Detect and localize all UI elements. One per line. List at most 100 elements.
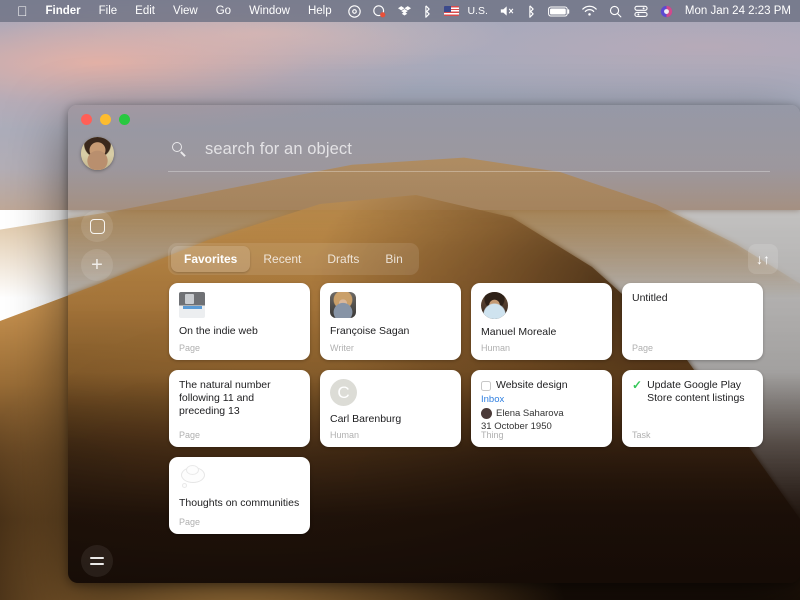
- avatar-image: [81, 137, 114, 170]
- person-avatar: [481, 408, 492, 419]
- card-title: On the indie web: [179, 325, 258, 337]
- menu-item-finder[interactable]: Finder: [37, 0, 90, 22]
- card-subtitle: Page: [179, 517, 201, 527]
- card-on-the-indie-web[interactable]: On the indie web Page: [169, 283, 310, 360]
- card-subtitle: Human: [481, 343, 511, 353]
- card-body: The natural number following 11 and prec…: [179, 379, 300, 427]
- card-carl-barenburg[interactable]: C Carl Barenburg Human: [320, 370, 461, 447]
- input-language-label[interactable]: U.S.: [465, 0, 493, 22]
- card-thoughts-on-communities[interactable]: Thoughts on communities Page: [169, 457, 310, 534]
- siri-icon[interactable]: [654, 0, 679, 22]
- card-subtitle: Task: [632, 430, 651, 440]
- card-subtitle: Human: [330, 430, 360, 440]
- task-header: Website design: [481, 379, 602, 392]
- spotlight-search-icon[interactable]: [603, 0, 628, 22]
- card-title: Website design: [496, 379, 568, 391]
- card-website-design[interactable]: Website design Inbox Elena Saharova 31 O…: [471, 370, 612, 447]
- menu-item-go[interactable]: Go: [207, 0, 240, 22]
- card-body: C Carl Barenburg: [330, 379, 451, 426]
- card-title: Untitled: [632, 292, 668, 304]
- card-body: Thoughts on communities: [179, 465, 300, 513]
- tabs-row: Favorites Recent Drafts Bin ↓↑: [168, 243, 778, 275]
- window-content: + search for an object Favorites Recent …: [68, 105, 800, 583]
- card-person: Elena Saharova: [481, 408, 602, 419]
- card-body: Françoise Sagan: [330, 292, 451, 339]
- portrait-thumbnail: [330, 292, 356, 318]
- card-subtitle: Writer: [330, 343, 354, 353]
- search-input[interactable]: search for an object: [205, 140, 352, 159]
- rounded-square-icon: [89, 218, 105, 234]
- card-natural-number[interactable]: The natural number following 11 and prec…: [169, 370, 310, 447]
- menu-item-help[interactable]: Help: [299, 0, 341, 22]
- menu-bar-status-area: U.S. Mon Jan 24 2:23 PM: [342, 0, 800, 22]
- menu-item-window[interactable]: Window: [240, 0, 299, 22]
- volume-mute-icon[interactable]: [494, 0, 521, 22]
- card-subtitle: Page: [179, 430, 201, 440]
- add-button[interactable]: +: [81, 249, 113, 281]
- tab-recent[interactable]: Recent: [250, 246, 314, 272]
- desktop:  Finder File Edit View Go Window Help U…: [0, 0, 800, 600]
- plus-icon: +: [91, 254, 103, 276]
- card-body: Website design Inbox Elena Saharova 31 O…: [481, 379, 602, 432]
- menu-item-edit[interactable]: Edit: [126, 0, 164, 22]
- menu-item-file[interactable]: File: [90, 0, 127, 22]
- hamburger-icon: [90, 557, 104, 565]
- bluetooth-icon[interactable]: [521, 0, 542, 22]
- search-area: search for an object: [168, 140, 770, 172]
- card-body: Untitled: [632, 292, 753, 340]
- cd-burner-icon[interactable]: [342, 0, 367, 22]
- battery-icon[interactable]: [542, 0, 576, 22]
- object-grid: On the indie web Page Françoise Sagan Wr…: [169, 283, 774, 534]
- wifi-icon[interactable]: [576, 0, 603, 22]
- person-name: Elena Saharova: [496, 408, 564, 419]
- card-subtitle: Page: [632, 343, 654, 353]
- record-icon[interactable]: [367, 0, 392, 22]
- tab-favorites[interactable]: Favorites: [171, 246, 251, 272]
- sort-button[interactable]: ↓↑: [748, 244, 778, 274]
- card-francoise-sagan[interactable]: Françoise Sagan Writer: [320, 283, 461, 360]
- card-title: Thoughts on communities: [179, 497, 300, 509]
- menu-bar:  Finder File Edit View Go Window Help U…: [0, 0, 800, 22]
- tab-drafts[interactable]: Drafts: [314, 246, 372, 272]
- sort-arrows-icon: ↓↑: [756, 251, 770, 267]
- task-header: ✓ Update Google Play Store content listi…: [632, 379, 753, 405]
- tab-bin[interactable]: Bin: [372, 246, 415, 272]
- card-manuel-moreale[interactable]: Manuel Moreale Human: [471, 283, 612, 360]
- card-body: On the indie web: [179, 292, 300, 339]
- bluetooth-alt-icon[interactable]: [417, 0, 438, 22]
- card-update-google-play[interactable]: ✓ Update Google Play Store content listi…: [622, 370, 763, 447]
- card-body: ✓ Update Google Play Store content listi…: [632, 379, 753, 427]
- card-link-inbox[interactable]: Inbox: [481, 394, 602, 405]
- floppy-disk-icon: [179, 292, 205, 318]
- letter-avatar: C: [330, 379, 357, 406]
- card-subtitle: Page: [179, 343, 201, 353]
- objects-button[interactable]: [81, 210, 113, 242]
- menu-bar-clock[interactable]: Mon Jan 24 2:23 PM: [679, 5, 791, 17]
- menu-item-view[interactable]: View: [164, 0, 207, 22]
- card-title: Carl Barenburg: [330, 413, 402, 425]
- dropbox-icon[interactable]: [392, 0, 417, 22]
- avatar[interactable]: [81, 137, 114, 170]
- portrait-avatar: [481, 292, 508, 319]
- card-title: Update Google Play Store content listing…: [647, 379, 745, 404]
- checkmark-green-icon[interactable]: ✓: [632, 379, 642, 391]
- card-subtitle: Thing: [481, 430, 504, 440]
- card-title: Manuel Moreale: [481, 326, 557, 338]
- tab-bar: Favorites Recent Drafts Bin: [168, 243, 419, 275]
- input-language-flag-icon[interactable]: [438, 0, 465, 22]
- app-window: + search for an object Favorites Recent …: [68, 105, 800, 583]
- thought-bubble-icon: [179, 465, 207, 490]
- card-untitled[interactable]: Untitled Page: [622, 283, 763, 360]
- apple-menu-icon[interactable]: : [8, 3, 37, 19]
- menu-bar-left:  Finder File Edit View Go Window Help: [0, 0, 341, 22]
- card-title: The natural number following 11 and prec…: [179, 379, 271, 417]
- control-center-icon[interactable]: [628, 0, 654, 22]
- card-title: Françoise Sagan: [330, 325, 410, 337]
- search-underline: [168, 171, 770, 172]
- menu-button[interactable]: [81, 545, 113, 577]
- search-icon: [172, 142, 187, 157]
- sidebar-rail: +: [68, 105, 126, 583]
- search-row[interactable]: search for an object: [168, 140, 770, 171]
- card-body: Manuel Moreale: [481, 292, 602, 339]
- checkbox-unchecked-icon[interactable]: [481, 380, 491, 391]
